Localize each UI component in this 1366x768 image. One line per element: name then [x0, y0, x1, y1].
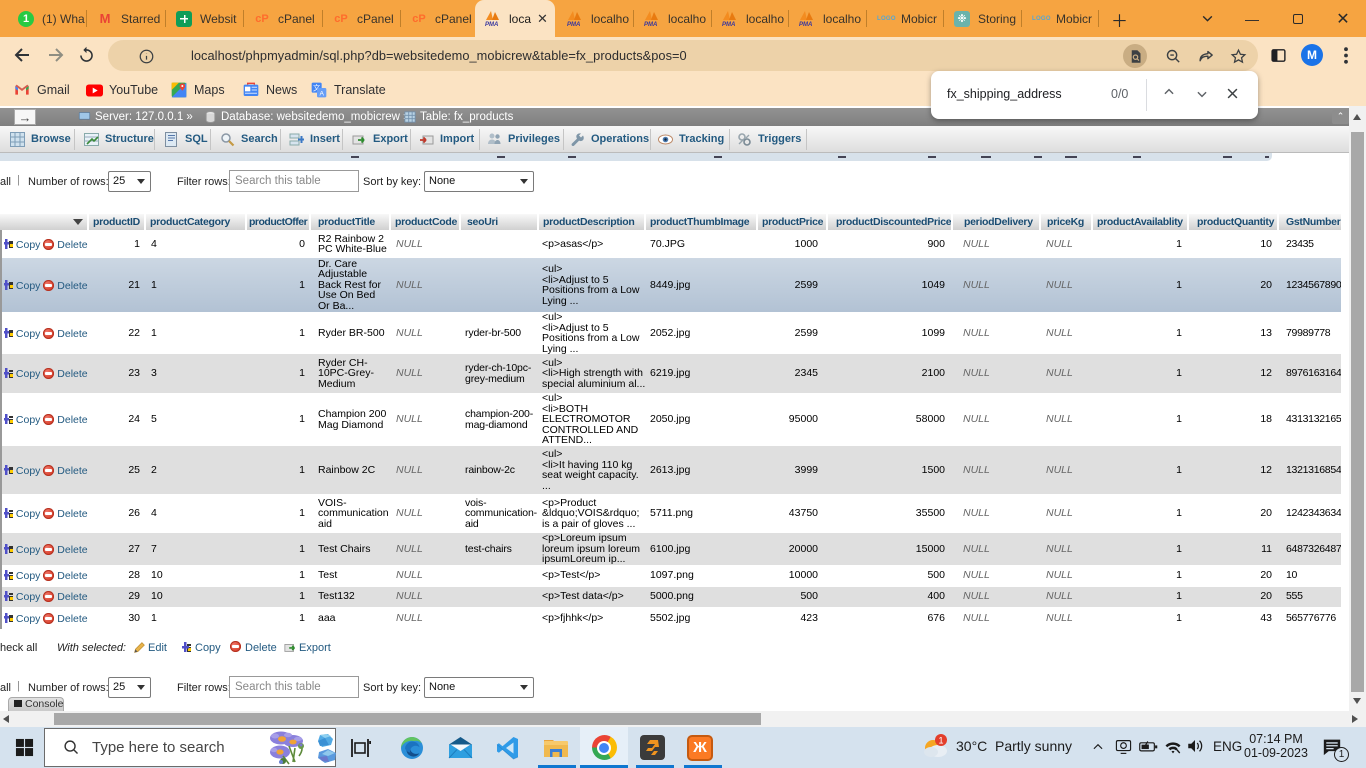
svg-text:1: 1: [938, 736, 943, 746]
svg-text:A: A: [319, 90, 324, 97]
